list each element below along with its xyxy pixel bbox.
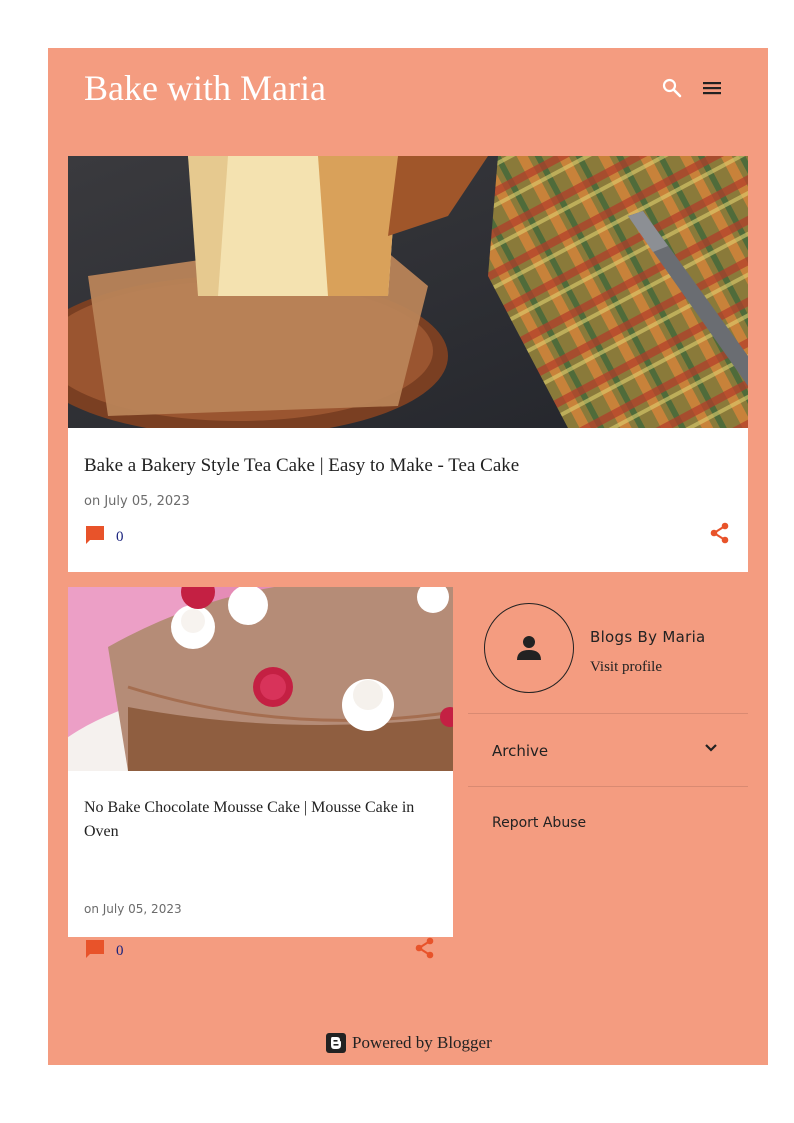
share-icon [415,937,434,959]
post-date: on July 05, 2023 [84,902,182,916]
comment-icon [86,525,104,544]
comment-link[interactable]: 0 [84,937,124,960]
comment-count: 0 [116,943,124,959]
profile-name[interactable]: Blogs By Maria [590,628,706,646]
share-icon [710,522,729,544]
powered-by-blogger[interactable]: Powered by Blogger [326,1033,492,1053]
powered-by-text: Powered by Blogger [352,1033,492,1052]
mousse-cake-photo[interactable] [68,587,453,771]
avatar[interactable] [484,603,574,693]
visit-profile-link[interactable]: Visit profile [590,659,662,676]
menu-button[interactable] [700,76,724,100]
post-card: No Bake Chocolate Mousse Cake | Mousse C… [68,587,453,959]
chevron-down-icon [705,744,717,752]
person-icon [517,636,541,660]
share-button[interactable] [709,522,731,544]
blogger-icon [326,1033,346,1053]
post-title[interactable]: No Bake Chocolate Mousse Cake | Mousse C… [84,796,434,844]
search-icon [662,78,682,98]
post-card: Bake a Bakery Style Tea Cake | Easy to M… [68,156,748,572]
divider [468,713,748,714]
blog-page: Bake with Maria Bake a Bakery Style Tea … [48,48,768,1065]
post-title[interactable]: Bake a Bakery Style Tea Cake | Easy to M… [84,454,724,478]
divider [468,786,748,787]
archive-dropdown[interactable]: Archive [468,728,748,768]
comment-icon [86,939,104,958]
comment-count: 0 [116,529,124,545]
blog-title[interactable]: Bake with Maria [84,66,326,110]
share-button[interactable] [414,937,436,959]
post-date: on July 05, 2023 [84,494,190,509]
search-button[interactable] [660,76,684,100]
comment-link[interactable]: 0 [84,523,124,546]
report-abuse-link[interactable]: Report Abuse [492,815,586,831]
menu-icon [703,82,721,95]
archive-label: Archive [492,742,549,760]
tea-cake-photo[interactable] [68,156,748,428]
